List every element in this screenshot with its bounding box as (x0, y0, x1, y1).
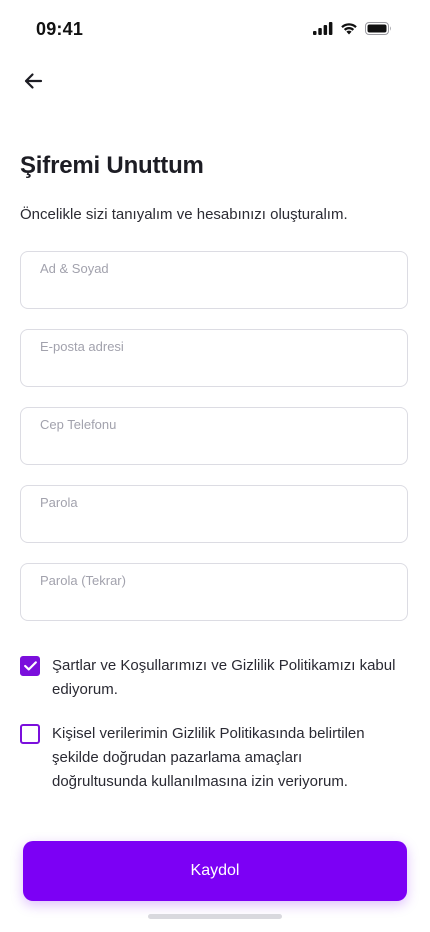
terms-consent-text: Şartlar ve Koşullarımızı ve Gizlilik Pol… (52, 657, 396, 698)
battery-icon (365, 22, 391, 35)
wifi-icon (341, 23, 357, 35)
home-indicator (148, 914, 282, 919)
email-input[interactable] (39, 356, 395, 378)
phone-input[interactable] (39, 434, 395, 456)
email-field[interactable]: E-posta adresi (20, 329, 408, 387)
phone-label: Cep Telefonu (40, 417, 117, 432)
full-name-input[interactable] (39, 278, 395, 300)
phone-field[interactable]: Cep Telefonu (20, 407, 408, 465)
full-name-label: Ad & Soyad (40, 261, 109, 276)
marketing-consent-row: Kişisel verilerimin Gizlilik Politikasın… (20, 722, 400, 794)
password-input[interactable] (39, 512, 395, 534)
email-label: E-posta adresi (40, 339, 124, 354)
password-repeat-input[interactable] (39, 590, 395, 612)
full-name-field[interactable]: Ad & Soyad (20, 251, 408, 309)
status-time: 09:41 (36, 19, 84, 39)
arrow-left-icon (24, 73, 43, 89)
marketing-checkbox[interactable] (20, 724, 40, 744)
status-icons (313, 22, 392, 35)
terms-consent-row: Şartlar ve Koşullarımızı ve Gizlilik Pol… (20, 654, 400, 702)
page-subtitle: Öncelikle sizi tanıyalım ve hesabınızı o… (20, 206, 348, 223)
terms-checkbox[interactable] (20, 656, 40, 676)
password-repeat-label: Parola (Tekrar) (40, 573, 126, 588)
password-field[interactable]: Parola (20, 485, 408, 543)
status-bar: 09:41 (0, 0, 430, 60)
page-title: Şifremi Unuttum (20, 152, 204, 179)
register-button[interactable]: Kaydol (23, 841, 407, 901)
check-icon (23, 661, 37, 671)
password-label: Parola (40, 495, 78, 510)
back-button[interactable] (20, 68, 46, 94)
signal-icon (313, 22, 333, 35)
marketing-consent-text: Kişisel verilerimin Gizlilik Politikasın… (52, 725, 365, 790)
password-repeat-field[interactable]: Parola (Tekrar) (20, 563, 408, 621)
